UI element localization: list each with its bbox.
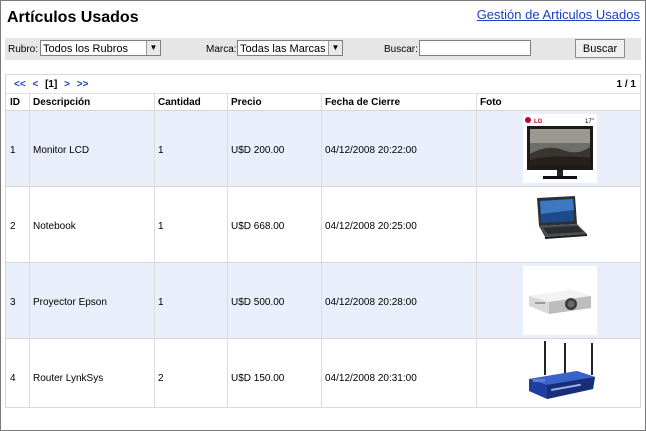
column-divider [29,94,30,408]
page-count: 1 / 1 [616,79,636,90]
row-cantidad: 1 [158,145,164,156]
page-frame: Artículos Usados Gestión de Articulos Us… [0,0,646,431]
row-id: 3 [10,297,16,308]
row-id: 1 [10,145,16,156]
pager-current-page: [1] [45,79,58,90]
column-header-cantidad[interactable]: Cantidad [154,97,201,108]
row-precio: U$D 150.00 [231,373,285,384]
row-descripcion: Monitor LCD [33,145,90,156]
row-precio: U$D 668.00 [231,221,285,232]
column-divider [476,94,477,408]
table-row: 3 Proyector Epson 1 U$D 500.00 04/12/200… [6,263,640,339]
articles-table: << < [1] > >> 1 / 1 ID Descripción Canti… [5,74,641,408]
row-precio: U$D 500.00 [231,297,285,308]
row-descripcion: Proyector Epson [33,297,107,308]
column-header-id[interactable]: ID [6,97,20,108]
chevron-down-icon[interactable]: ▼ [328,41,342,55]
filter-bar: Rubro: Todos los Rubros ▼ Marca: Todas l… [5,38,641,60]
marca-label: Marca: [206,44,237,55]
search-button[interactable]: Buscar [575,39,625,58]
row-precio: U$D 200.00 [231,145,285,156]
pager-first-link[interactable]: << [14,79,26,90]
rubro-label: Rubro: [8,44,39,55]
rubro-select[interactable]: Todos los Rubros ▼ [40,40,161,56]
buscar-label: Buscar: [384,44,418,55]
table-row: 4 Router LynkSys 2 U$D 150.00 04/12/2008… [6,339,640,407]
row-id: 4 [10,373,16,384]
row-cantidad: 2 [158,373,164,384]
monitor-image: LG 17" [523,114,597,183]
column-divider [154,94,155,408]
column-header-descripcion[interactable]: Descripción [29,97,90,108]
column-header-precio[interactable]: Precio [227,97,262,108]
column-divider [227,94,228,408]
row-descripcion: Router LynkSys [33,373,104,384]
pager-last-link[interactable]: >> [77,79,89,90]
rubro-select-value: Todos los Rubros [43,43,128,55]
page-title: Artículos Usados [7,9,139,26]
notebook-image [523,190,597,259]
table-row: 2 Notebook 1 U$D 668.00 04/12/2008 20:25… [6,187,640,263]
row-fecha: 04/12/2008 20:28:00 [325,297,417,308]
pager-prev-link[interactable]: < [32,79,38,90]
admin-link[interactable]: Gestión de Articulos Usados [477,7,640,22]
table-header: ID Descripción Cantidad Precio Fecha de … [6,94,640,111]
table-row: 1 Monitor LCD 1 U$D 200.00 04/12/2008 20… [6,111,640,187]
search-input[interactable] [419,40,531,56]
pager-next-link[interactable]: > [64,79,70,90]
column-divider [321,94,322,408]
pager: << < [1] > >> [14,79,92,90]
monitor-size-text: 17" [585,119,594,125]
row-cantidad: 1 [158,221,164,232]
pager-row: << < [1] > >> 1 / 1 [6,75,640,94]
row-descripcion: Notebook [33,221,76,232]
marca-select[interactable]: Todas las Marcas ▼ [237,40,343,56]
row-fecha: 04/12/2008 20:22:00 [325,145,417,156]
row-id: 2 [10,221,16,232]
column-header-fecha[interactable]: Fecha de Cierre [321,97,400,108]
column-header-foto: Foto [480,97,502,108]
chevron-down-icon[interactable]: ▼ [146,41,160,55]
router-image [523,339,597,408]
row-fecha: 04/12/2008 20:25:00 [325,221,417,232]
row-fecha: 04/12/2008 20:31:00 [325,373,417,384]
monitor-brand-text: LG [534,119,543,125]
projector-image [523,266,597,335]
row-cantidad: 1 [158,297,164,308]
marca-select-value: Todas las Marcas [240,43,326,55]
